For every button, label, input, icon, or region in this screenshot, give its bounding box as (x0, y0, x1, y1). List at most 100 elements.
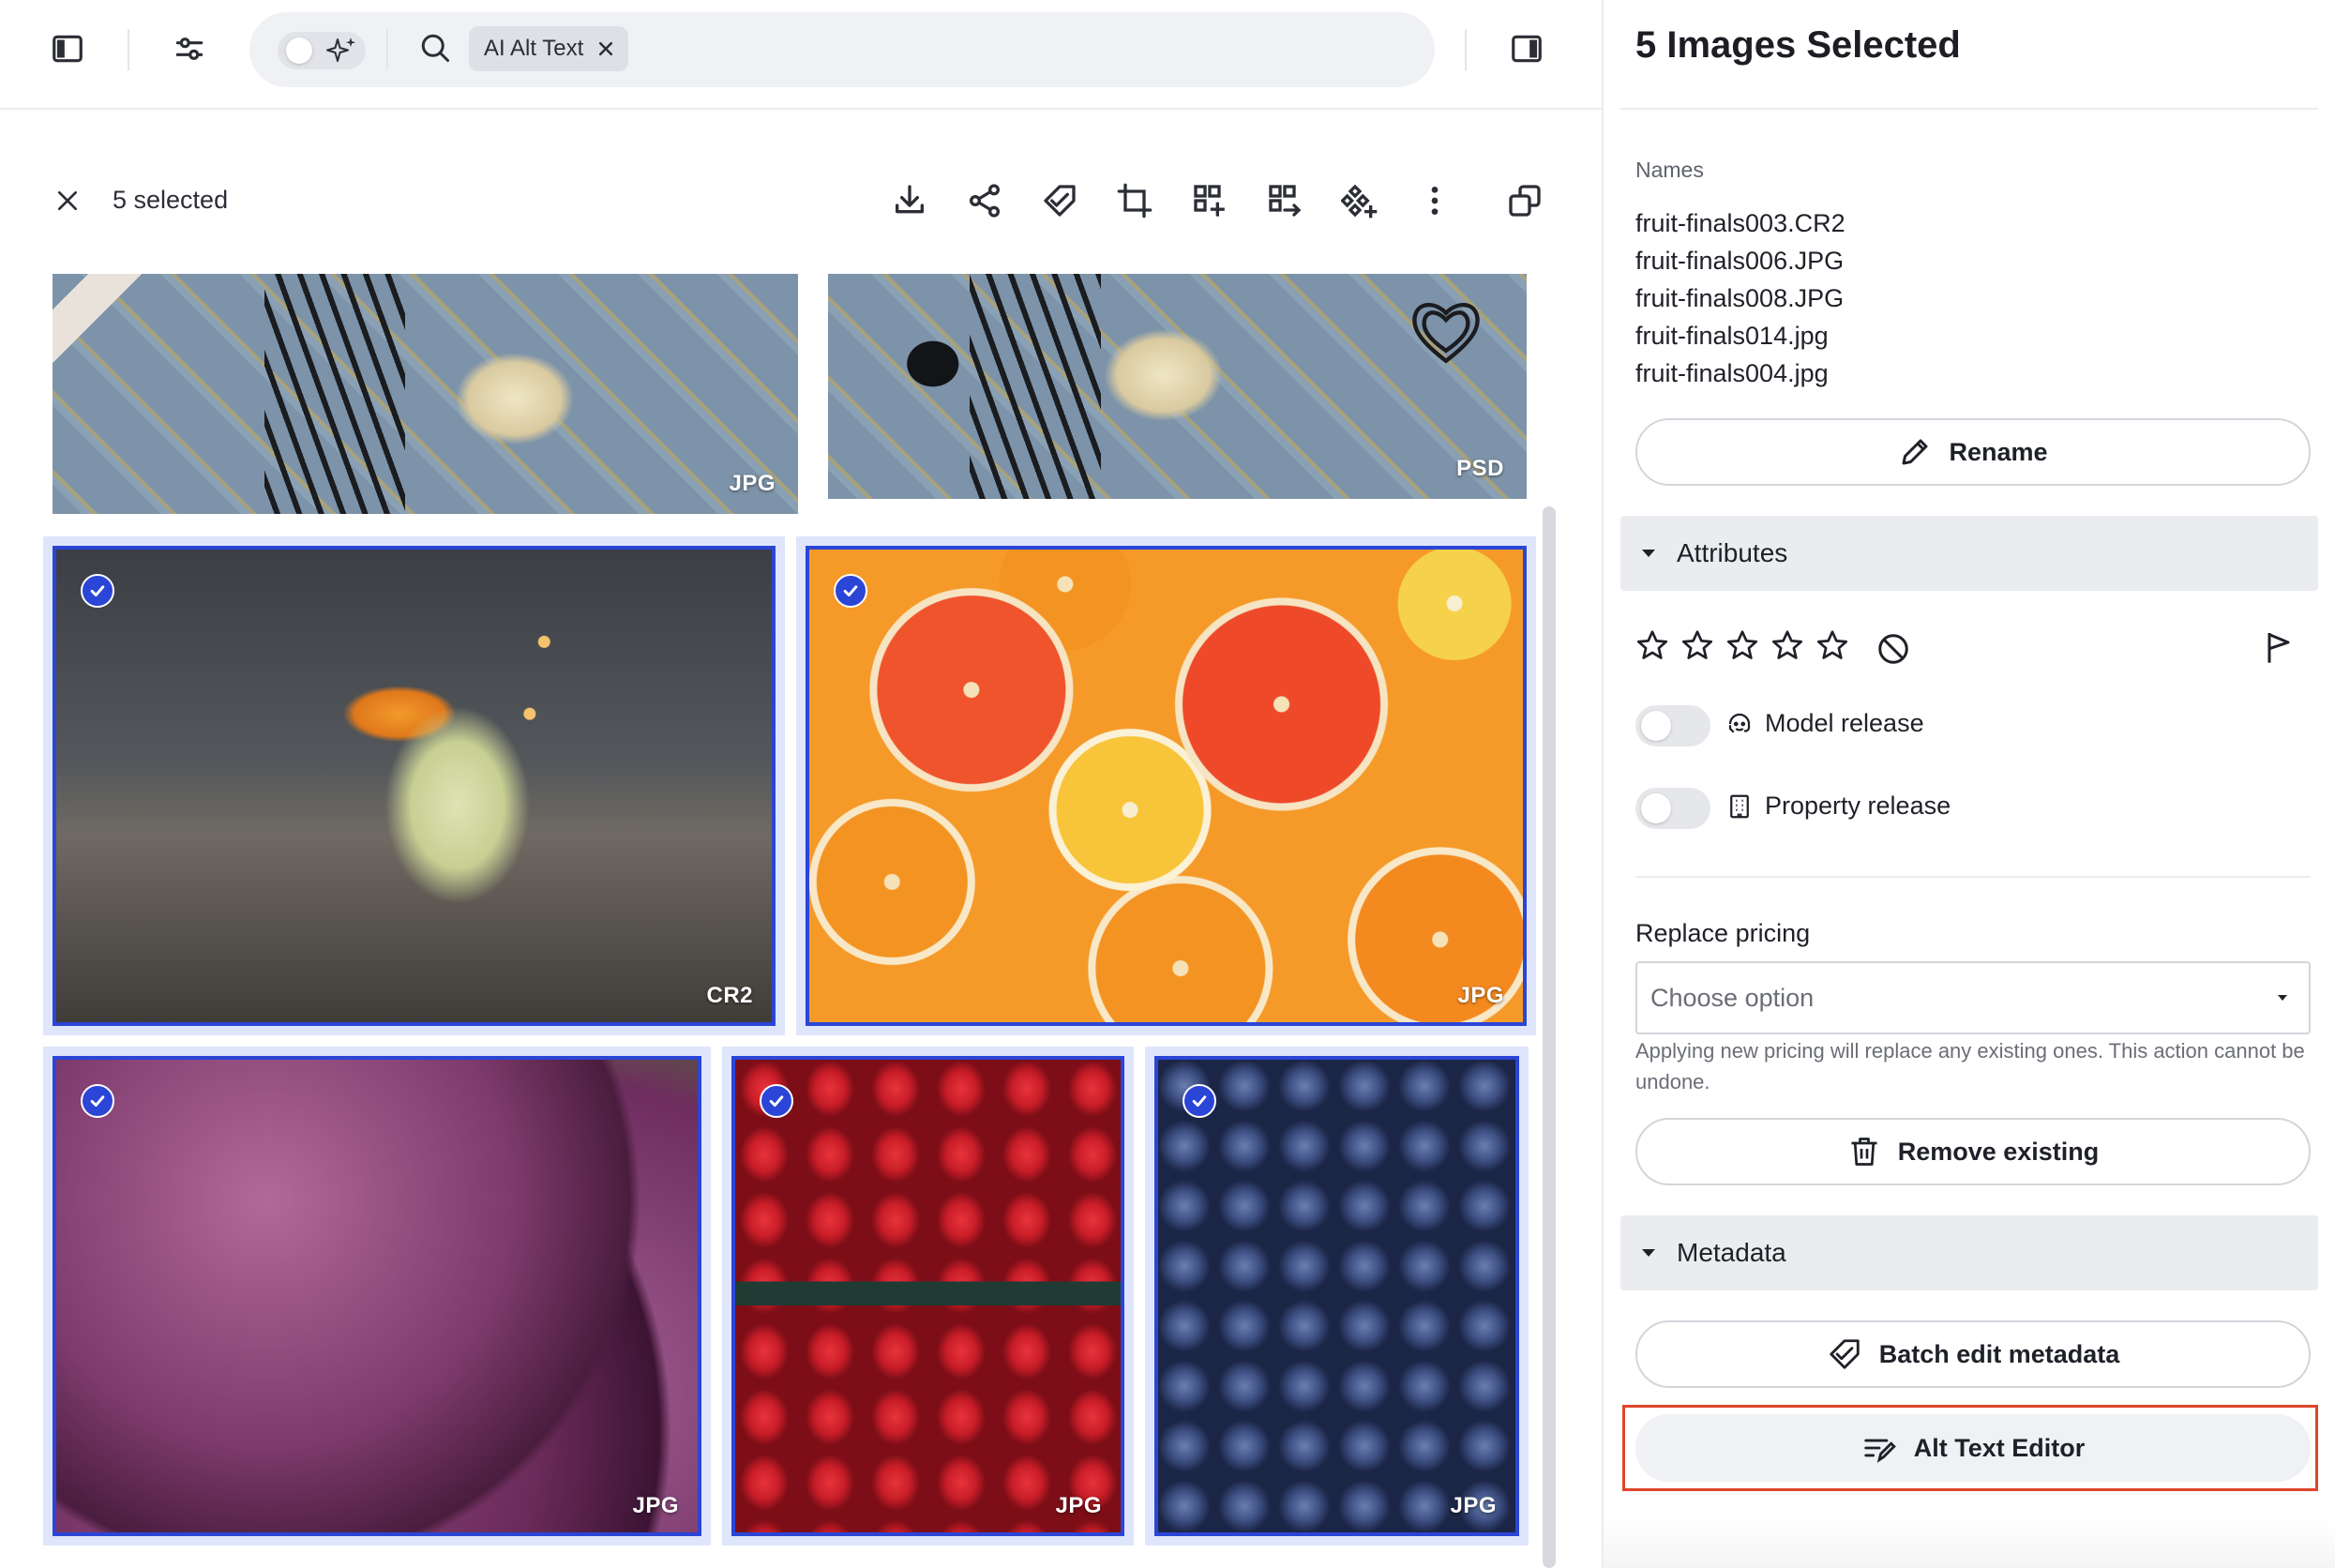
image-grid: JPG PSD CR2 JPG JPG JPG JPG (0, 274, 1602, 1568)
building-icon (1730, 794, 1749, 818)
model-release-icon (1728, 713, 1751, 733)
caret-down-icon (1642, 550, 1655, 557)
selected-check-icon[interactable] (760, 1084, 793, 1118)
selected-check-icon[interactable] (1183, 1084, 1216, 1118)
pricing-help-text: Applying new pricing will replace any ex… (1635, 1039, 2305, 1093)
download-icon[interactable] (885, 176, 934, 225)
caret-down-icon (1642, 1249, 1655, 1257)
search-filter-chip[interactable]: AI Alt Text (469, 26, 629, 71)
search-bar[interactable]: AI Alt Text (249, 12, 1435, 87)
more-options-icon[interactable] (1410, 176, 1459, 225)
image-thumbnail-selected[interactable]: CR2 (43, 536, 785, 1035)
thumbnail-image (1154, 1056, 1519, 1536)
alt-text-editor-label: Alt Text Editor (1913, 1433, 2086, 1462)
thumbnail-image (806, 546, 1527, 1026)
toolbar-divider (1465, 29, 1467, 70)
chip-label: AI Alt Text (484, 36, 584, 61)
model-release-row: Model release (1725, 709, 1924, 738)
star-rating[interactable] (1635, 628, 1849, 662)
selected-check-icon[interactable] (81, 1084, 114, 1118)
selection-details-panel: 5 Images Selected Names fruit-finals003.… (1602, 0, 2335, 1568)
toggle-knob (1641, 793, 1671, 823)
top-toolbar: AI Alt Text (0, 0, 1602, 110)
alt-text-icon (1864, 1439, 1896, 1463)
remove-existing-label: Remove existing (1897, 1137, 2100, 1166)
names-label: Names (1635, 158, 1704, 182)
thumbnail-image (53, 1056, 701, 1536)
star-icon[interactable] (1725, 628, 1759, 662)
attributes-section-header[interactable]: Attributes (1620, 516, 2318, 591)
file-name: fruit-finals004.jpg (1635, 359, 1829, 387)
clear-selection-icon[interactable] (45, 178, 90, 223)
file-name: fruit-finals014.jpg (1635, 322, 1829, 350)
rename-button[interactable]: Rename (1635, 418, 2311, 486)
attributes-label: Attributes (1677, 538, 1788, 567)
alt-text-editor-button[interactable]: Alt Text Editor (1635, 1414, 2311, 1482)
pricing-select-value: Choose option (1650, 983, 1815, 1012)
toggle-knob (286, 38, 312, 64)
format-label: CR2 (706, 983, 753, 1008)
selection-action-bar: 5 selected (0, 167, 1602, 234)
names-list: fruit-finals003.CR2 fruit-finals006.JPG … (1635, 204, 1845, 392)
panel-bottom-fade (1604, 1519, 2335, 1568)
property-release-label: Property release (1765, 792, 1951, 820)
main-workspace: AI Alt Text 5 selected JPG PSD CR2 JPG J… (0, 0, 1602, 1568)
toolbar-divider (128, 29, 129, 70)
filters-icon[interactable] (167, 26, 212, 71)
format-label: JPG (1457, 983, 1504, 1008)
selected-check-icon[interactable] (81, 574, 114, 608)
pencil-icon (1902, 439, 1928, 465)
image-thumbnail[interactable]: PSD (828, 274, 1527, 499)
panel-title: 5 Images Selected (1635, 24, 1961, 66)
rename-label: Rename (1949, 437, 2048, 466)
format-label: JPG (729, 471, 776, 496)
search-divider (386, 29, 388, 70)
selected-check-icon[interactable] (834, 574, 867, 608)
file-name: fruit-finals003.CR2 (1635, 209, 1845, 237)
thumbnail-image (731, 1056, 1124, 1536)
add-to-board-icon[interactable] (1335, 176, 1384, 225)
model-release-label: Model release (1765, 709, 1924, 737)
batch-edit-metadata-button[interactable]: Batch edit metadata (1635, 1320, 2311, 1388)
star-icon[interactable] (1815, 628, 1849, 662)
sparkle-icon (326, 38, 355, 62)
image-thumbnail-selected[interactable]: JPG (1145, 1047, 1529, 1545)
property-release-row: Property release (1725, 792, 1951, 821)
replace-pricing-label: Replace pricing (1635, 919, 1811, 947)
tag-check-icon (1830, 1339, 1860, 1369)
format-label: JPG (632, 1493, 679, 1518)
move-to-collection-icon[interactable] (1260, 176, 1309, 225)
thumbnail-image (53, 546, 776, 1026)
search-icon[interactable] (413, 25, 458, 70)
edit-metadata-icon[interactable] (1035, 176, 1084, 225)
metadata-label: Metadata (1677, 1238, 1786, 1267)
model-release-toggle[interactable] (1635, 705, 1710, 746)
image-thumbnail[interactable]: JPG (53, 274, 798, 514)
star-icon[interactable] (1635, 628, 1669, 662)
crop-icon[interactable] (1110, 176, 1159, 225)
star-icon[interactable] (1680, 628, 1714, 662)
compare-icon[interactable] (1500, 176, 1549, 225)
ai-search-toggle[interactable] (278, 32, 366, 69)
clear-rating-icon[interactable] (1876, 632, 1910, 666)
image-thumbnail-selected[interactable]: JPG (796, 536, 1536, 1035)
star-icon[interactable] (1770, 628, 1804, 662)
grid-scrollbar[interactable] (1543, 506, 1556, 1568)
file-name: fruit-finals008.JPG (1635, 284, 1845, 312)
flag-icon[interactable] (2260, 628, 2297, 666)
sidebar-toggle-icon[interactable] (45, 26, 90, 71)
image-thumbnail-selected[interactable]: JPG (43, 1047, 711, 1545)
share-icon[interactable] (960, 176, 1009, 225)
property-release-toggle[interactable] (1635, 788, 1710, 829)
chip-remove-icon[interactable] (596, 39, 615, 58)
add-to-collection-icon[interactable] (1185, 176, 1234, 225)
image-thumbnail-selected[interactable]: JPG (722, 1047, 1134, 1545)
panel-toggle-icon[interactable] (1504, 26, 1549, 71)
pricing-select[interactable]: Choose option (1635, 961, 2311, 1034)
remove-existing-button[interactable]: Remove existing (1635, 1118, 2311, 1185)
format-label: PSD (1456, 456, 1504, 481)
metadata-section-header[interactable]: Metadata (1620, 1215, 2318, 1290)
format-label: JPG (1055, 1493, 1102, 1518)
batch-edit-metadata-label: Batch edit metadata (1878, 1339, 2120, 1368)
selection-count: 5 selected (113, 186, 229, 214)
